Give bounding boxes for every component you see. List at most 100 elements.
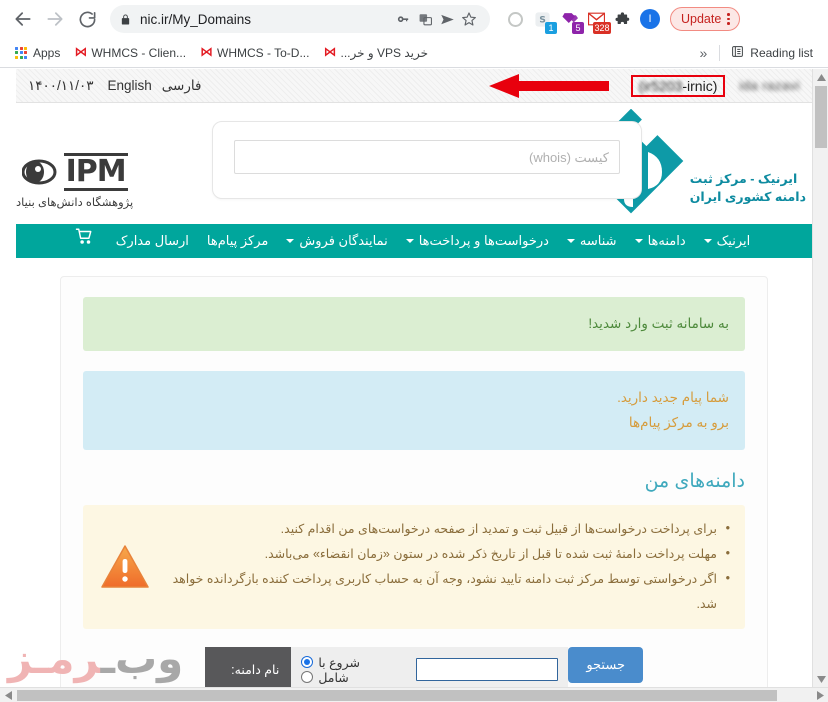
back-button[interactable] — [8, 4, 38, 34]
kebab-menu-icon[interactable] — [727, 13, 730, 25]
site-header: ایرنیک - مرکز ثبت دامنه کشوری ایران کیست… — [16, 103, 812, 224]
warning-alert: برای پرداخت درخواست‌ها از قبیل ثبت و تمد… — [83, 504, 745, 629]
scroll-down-arrow-icon[interactable] — [813, 671, 828, 687]
whmcs-icon: ⋈ — [200, 45, 213, 60]
page-title: دامنه‌های من — [644, 470, 745, 492]
scroll-up-arrow-icon[interactable] — [813, 69, 828, 85]
translate-icon[interactable] — [414, 12, 436, 27]
user-handle-suffix: -irnic) — [682, 77, 718, 94]
domain-name-input-cell — [406, 646, 569, 687]
warning-list-item: برای پرداخت درخواست‌ها از قبیل ثبت و تمد… — [167, 516, 730, 542]
ipm-logo-word: IPM — [63, 153, 128, 191]
bookmarks-overflow-button[interactable]: » — [692, 45, 716, 61]
bookmark-whmcs-todo[interactable]: ⋈ WHMCS - To-D... — [193, 42, 316, 63]
reading-list-label: Reading list — [750, 45, 813, 60]
topbar-locale-block: فارسی English ۱۴۰۰/۱۱/۰۳ — [28, 78, 201, 94]
diamond-extension-badge: 5 — [572, 22, 584, 34]
radio-starts-with-label: شروع با — [318, 655, 360, 670]
bookmark-apps[interactable]: Apps — [8, 43, 67, 63]
irnic-logo-line2: دامنه کشوری ایران — [689, 190, 806, 205]
gmail-extension-badge: 328 — [592, 22, 611, 34]
vertical-scrollbar[interactable] — [812, 69, 828, 687]
bookmark-whmcs-client[interactable]: ⋈ WHMCS - Clien... — [67, 42, 193, 63]
profile-avatar[interactable]: I — [639, 8, 661, 30]
nav-item-requests-payments[interactable]: درخواست‌ها و پرداخت‌ها — [397, 224, 558, 258]
nav-item-send-documents[interactable]: ارسال مدارک — [107, 224, 198, 258]
update-button-label: Update — [681, 12, 722, 26]
vertical-scrollbar-thumb[interactable] — [815, 86, 827, 148]
chevron-down-icon — [634, 239, 643, 243]
send-icon[interactable] — [436, 12, 458, 27]
browser-toolbar: nic.ir/My_Domains S 1 5 328 I Update — [0, 0, 828, 38]
nav-item-irnic[interactable]: ایرنیک — [695, 224, 760, 258]
chevron-down-icon — [703, 239, 712, 243]
nav-item-irnic-label: ایرنیک — [716, 233, 751, 248]
nav-item-domains[interactable]: دامنه‌ها — [626, 224, 695, 258]
radio-contains-row[interactable]: شامل — [301, 670, 396, 685]
warning-triangle-icon — [97, 544, 153, 590]
domain-search-form: جستجو شروع با شامل نام دامنه: — [83, 646, 745, 687]
puzzle-extensions-icon[interactable] — [612, 8, 634, 30]
message-center-link[interactable]: برو به مرکز پیام‌ها — [99, 410, 729, 436]
info-alert-text: شما پیام جدید دارید. — [617, 389, 729, 405]
bookmark-apps-label: Apps — [33, 45, 61, 60]
radio-starts-with-row[interactable]: شروع با — [301, 655, 396, 670]
browser-chrome: nic.ir/My_Domains S 1 5 328 I Update App… — [0, 0, 828, 68]
scroll-left-arrow-icon[interactable] — [0, 688, 16, 702]
chevron-down-icon — [566, 239, 575, 243]
lang-farsi-link[interactable]: فارسی — [162, 78, 202, 94]
nav-item-handle[interactable]: شناسه — [558, 224, 626, 258]
address-bar[interactable]: nic.ir/My_Domains — [110, 5, 490, 33]
nav-item-send-documents-label: ارسال مدارک — [115, 233, 189, 248]
reading-list-button[interactable]: Reading list — [724, 42, 820, 64]
lang-english-link[interactable]: English — [108, 78, 152, 93]
content-wrapper: به سامانه ثبت وارد شدید! شما پیام جدید د… — [16, 258, 812, 687]
ipm-logo-row: IPM — [21, 153, 128, 191]
ipm-mark-icon — [21, 159, 57, 185]
horizontal-scrollbar[interactable] — [0, 687, 828, 702]
lock-icon — [120, 13, 131, 26]
bookmark-star-icon[interactable] — [458, 11, 480, 27]
diamond-extension-icon[interactable]: 5 — [558, 8, 584, 34]
s-extension-icon[interactable]: S 1 — [531, 8, 557, 34]
radio-starts-with[interactable] — [301, 656, 314, 669]
gmail-extension-icon[interactable]: 328 — [585, 8, 611, 34]
domain-name-input[interactable] — [416, 658, 559, 682]
chevron-down-icon — [286, 239, 295, 243]
radio-contains[interactable] — [301, 671, 314, 684]
nav-item-requests-payments-label: درخواست‌ها و پرداخت‌ها — [418, 233, 549, 248]
nav-item-resellers[interactable]: نمایندگان فروش — [277, 224, 396, 258]
whois-search-input[interactable] — [234, 140, 620, 174]
whmcs-icon: ⋈ — [323, 45, 336, 60]
warning-list-item: مهلت پرداخت دامنهٔ ثبت شده تا قبل از تار… — [167, 541, 730, 567]
ipm-logo-subtitle: پژوهشگاه دانش‌های بنیاد — [16, 197, 134, 209]
bookmark-vps[interactable]: ⋈ خرید VPS و خر... — [316, 42, 435, 63]
extension-strip: S 1 5 328 I — [504, 8, 661, 34]
nav-item-handle-label: شناسه — [579, 233, 617, 248]
search-submit-button[interactable]: جستجو — [568, 646, 643, 683]
main-navigation: ایرنیک دامنه‌ها شناسه درخواست‌ها و پرداخ… — [16, 224, 812, 258]
update-button[interactable]: Update — [670, 7, 740, 31]
viewport-left-gutter — [0, 69, 16, 687]
reading-list-icon — [731, 45, 744, 61]
chevron-down-icon — [405, 239, 414, 243]
forward-button[interactable] — [40, 4, 70, 34]
nav-item-message-center[interactable]: مرکز پیام‌ها — [198, 224, 277, 258]
domain-search-table: شروع با شامل نام دامنه: — [205, 646, 569, 687]
circle-extension-icon[interactable] — [504, 8, 526, 30]
scroll-right-arrow-icon[interactable] — [812, 688, 828, 702]
table-row: شروع با شامل نام دامنه: — [205, 646, 569, 687]
info-alert: شما پیام جدید دارید. برو به مرکز پیام‌ها — [83, 370, 745, 450]
page-scroll-area: ida razavi (ir5203-irnic) فارسی English — [16, 69, 812, 687]
bookmark-whmcs-client-label: WHMCS - Clien... — [91, 45, 187, 60]
user-identity-block: ida razavi (ir5203 -irnic) — [488, 73, 800, 99]
reload-button[interactable] — [72, 4, 102, 34]
horizontal-scrollbar-thumb[interactable] — [17, 690, 777, 701]
whmcs-icon: ⋈ — [74, 45, 87, 60]
irnic-logo-line1: ایرنیک - مرکز ثبت — [689, 171, 798, 186]
warning-list-item: اگر درخواستی توسط مرکز ثبت دامنه تایید ن… — [167, 566, 730, 617]
success-alert: به سامانه ثبت وارد شدید! — [83, 297, 745, 351]
key-icon[interactable] — [392, 12, 414, 27]
nav-item-cart[interactable] — [69, 224, 107, 258]
site-topbar: ida razavi (ir5203-irnic) فارسی English — [16, 69, 812, 103]
